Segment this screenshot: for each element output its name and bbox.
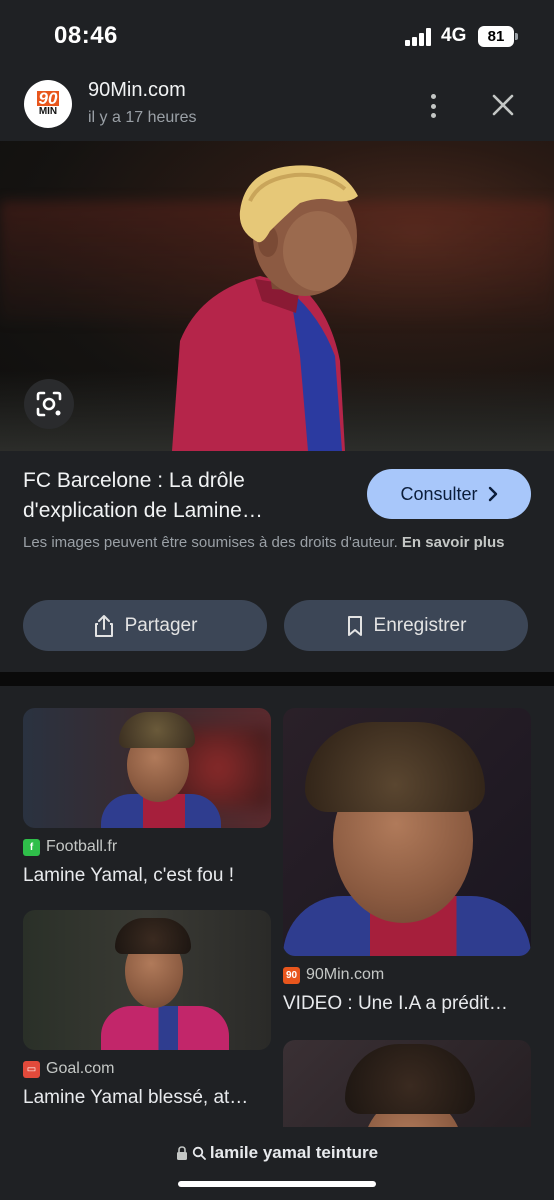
url-bar[interactable]: lamile yamal teinture <box>0 1127 554 1200</box>
url-text: lamile yamal teinture <box>209 1143 379 1162</box>
chevron-right-icon <box>488 486 497 502</box>
network-type: 4G <box>441 25 467 46</box>
related-image-4[interactable] <box>283 1040 531 1140</box>
result-title[interactable]: FC Barcelone : La drôle d'explication de… <box>23 466 353 526</box>
status-time: 08:46 <box>54 22 118 49</box>
learn-more-link[interactable]: En savoir plus <box>402 534 505 551</box>
lock-icon <box>176 1146 187 1160</box>
close-icon[interactable] <box>488 90 518 120</box>
related-image-1[interactable] <box>23 708 271 828</box>
battery-icon: 81 <box>478 26 518 47</box>
related-source-2[interactable]: 90 90Min.com <box>283 966 384 984</box>
copyright-notice: Les images peuvent être soumises à des d… <box>23 534 505 551</box>
related-source-1[interactable]: f Football.fr <box>23 838 117 856</box>
source-time: il y a 17 heures <box>88 109 197 126</box>
source-name[interactable]: 90Min.com <box>88 79 186 102</box>
consult-button[interactable]: Consulter <box>367 469 531 519</box>
related-title-1[interactable]: Lamine Yamal, c'est fou ! <box>23 865 271 887</box>
more-vert-icon[interactable] <box>420 92 446 120</box>
goal-favicon-icon: ▭ <box>23 1060 40 1078</box>
player-photo <box>172 165 358 451</box>
related-source-3[interactable]: ▭ Goal.com <box>23 1060 114 1078</box>
home-indicator[interactable] <box>178 1181 376 1187</box>
hero-image[interactable] <box>0 141 554 451</box>
source-logo: 90 MIN <box>24 80 72 128</box>
share-icon <box>94 614 113 637</box>
signal-icon <box>405 28 431 46</box>
source-header: 90 MIN 90Min.com il y a 17 heures <box>0 76 554 136</box>
related-title-3[interactable]: Lamine Yamal blessé, at… <box>23 1087 271 1109</box>
google-lens-icon[interactable] <box>24 379 74 429</box>
related-image-3[interactable] <box>23 910 271 1050</box>
search-icon <box>192 1146 206 1160</box>
save-button[interactable]: Enregistrer <box>284 600 528 651</box>
90min-favicon-icon: 90 <box>283 966 300 984</box>
related-image-2[interactable] <box>283 708 531 956</box>
football-fr-favicon-icon: f <box>23 838 40 856</box>
section-divider <box>0 672 554 686</box>
status-bar: 08:46 4G 81 <box>0 0 554 70</box>
share-button[interactable]: Partager <box>23 600 267 651</box>
related-title-2[interactable]: VIDEO : Une I.A a prédit… <box>283 993 533 1015</box>
bookmark-icon <box>347 615 362 636</box>
